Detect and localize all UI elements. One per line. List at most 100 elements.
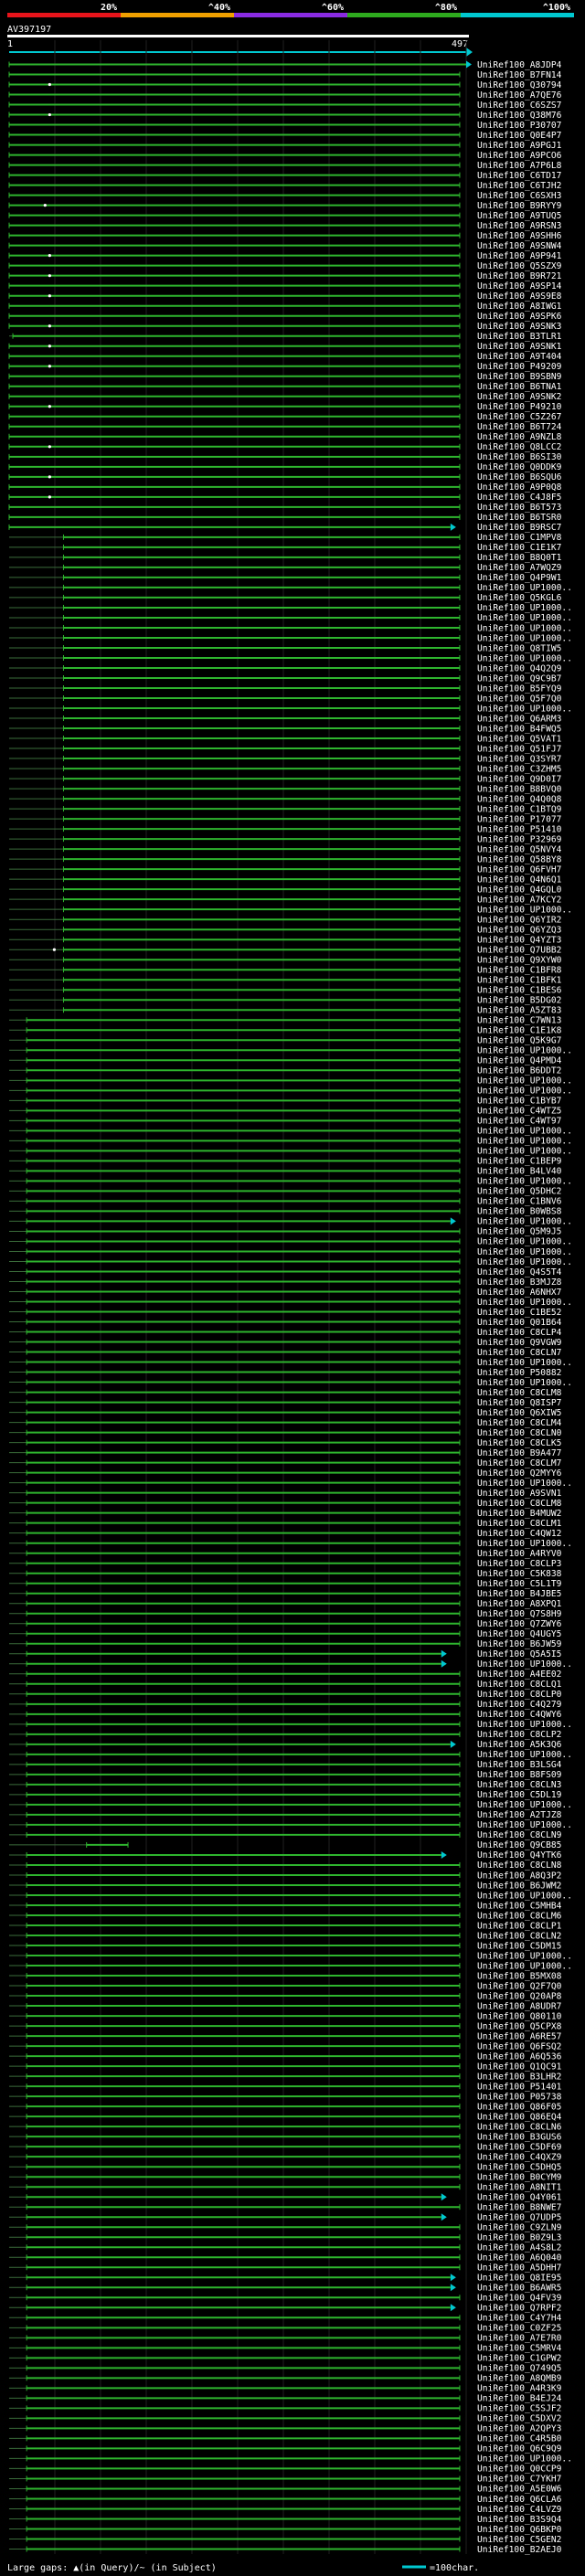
hit-row[interactable]: UniRef100_C8CLP2: [9, 1730, 561, 1740]
hit-row[interactable]: UniRef100_A9SPK6: [8, 312, 562, 322]
hit-label[interactable]: UniRef100_C8CLM8: [477, 1388, 562, 1398]
hit-label[interactable]: UniRef100_UP1000..: [477, 1358, 572, 1368]
hit-row[interactable]: UniRef100_UP1000..: [9, 1820, 572, 1830]
hit-row[interactable]: UniRef100_A9SNK3: [8, 322, 562, 332]
hit-row[interactable]: UniRef100_C5DHQ5: [9, 2162, 561, 2172]
hit-label[interactable]: UniRef100_Q5VAT1: [477, 734, 562, 744]
hit-label[interactable]: UniRef100_Q8ISP7: [477, 1398, 562, 1408]
hit-label[interactable]: UniRef100_A9SHH6: [477, 231, 562, 241]
hit-label[interactable]: UniRef100_P32969: [477, 834, 562, 844]
hit-row[interactable]: UniRef100_C5DF69: [9, 2142, 562, 2152]
hit-row[interactable]: UniRef100_C5SJF2: [9, 2404, 561, 2414]
hit-row[interactable]: UniRef100_C1BFR8: [9, 966, 562, 976]
hit-row[interactable]: UniRef100_A9SP14: [8, 281, 562, 292]
hit-label[interactable]: UniRef100_C1BFR8: [477, 966, 562, 976]
hit-row[interactable]: UniRef100_A7QE76: [8, 90, 562, 101]
hit-label[interactable]: UniRef100_P17077: [477, 814, 562, 824]
hit-label[interactable]: UniRef100_B4MUW2: [477, 1509, 561, 1519]
hit-label[interactable]: UniRef100_B3MJZ8: [477, 1277, 562, 1288]
hit-row[interactable]: UniRef100_B0CYM9: [9, 2172, 562, 2182]
hit-label[interactable]: UniRef100_Q5NVY4: [477, 844, 562, 854]
hit-label[interactable]: UniRef100_B8NWE7: [477, 2203, 562, 2213]
hit-row[interactable]: UniRef100_B3MJZ8: [9, 1277, 562, 1288]
hit-row[interactable]: UniRef100_A9PCO6: [8, 151, 562, 161]
hit-row[interactable]: UniRef100_Q7S8H9: [9, 1609, 562, 1619]
hit-row[interactable]: UniRef100_UP1000..: [9, 1479, 572, 1489]
hit-label[interactable]: UniRef100_Q3SYR7: [477, 754, 562, 764]
hit-label[interactable]: UniRef100_A4EE02: [477, 1670, 561, 1680]
hit-label[interactable]: UniRef100_Q9XYW0: [477, 956, 562, 966]
hit-row[interactable]: UniRef100_Q6CLA6: [9, 2495, 562, 2505]
hit-row[interactable]: UniRef100_C6TD17: [8, 171, 562, 181]
hit-row[interactable]: UniRef100_Q4Y061: [9, 2193, 562, 2203]
hit-row[interactable]: UniRef100_B5FYQ9: [9, 684, 562, 694]
hit-row[interactable]: UniRef100_A6RE57: [9, 2031, 562, 2041]
hit-row[interactable]: UniRef100_A6Q040: [9, 2253, 562, 2263]
hit-label[interactable]: UniRef100_A9SNK3: [477, 322, 562, 332]
hit-label[interactable]: UniRef100_B3LHR2: [477, 2072, 561, 2082]
hit-label[interactable]: UniRef100_C1BTQ9: [477, 804, 562, 814]
hit-label[interactable]: UniRef100_C1BNV6: [477, 1197, 562, 1207]
hit-row[interactable]: UniRef100_Q4UGY5: [9, 1629, 561, 1639]
hit-row[interactable]: UniRef100_UP1000..: [9, 1237, 572, 1247]
hit-row[interactable]: UniRef100_A5ZT83: [9, 1006, 562, 1016]
hit-row[interactable]: UniRef100_Q6YIR2: [9, 915, 561, 925]
hit-row[interactable]: UniRef100_B9RSC7: [8, 523, 562, 533]
hit-row[interactable]: UniRef100_A7WQZ9: [9, 563, 562, 573]
hit-row[interactable]: UniRef100_UP1000..: [9, 1127, 572, 1137]
hit-row[interactable]: UniRef100_B6DDT2: [9, 1066, 561, 1076]
hit-row[interactable]: UniRef100_C8CLM4: [9, 1418, 562, 1428]
hit-row[interactable]: UniRef100_B2AEJ0: [9, 2545, 562, 2555]
hit-row[interactable]: UniRef100_B8BVQ0: [9, 784, 562, 794]
hit-row[interactable]: UniRef100_A9P941: [8, 251, 562, 261]
hit-label[interactable]: UniRef100_B0CYM9: [477, 2172, 562, 2182]
hit-row[interactable]: UniRef100_Q4P9W1: [9, 573, 562, 583]
hit-row[interactable]: UniRef100_C8CLK5: [9, 1438, 561, 1448]
hit-row[interactable]: UniRef100_Q6FSQ2: [9, 2041, 561, 2051]
hit-label[interactable]: UniRef100_Q8TIW5: [477, 643, 561, 653]
hit-row[interactable]: UniRef100_Q6FVH7: [9, 864, 562, 875]
hit-row[interactable]: UniRef100_C6SZS7: [8, 101, 562, 111]
hit-row[interactable]: UniRef100_A8JDP4: [8, 60, 562, 70]
hit-row[interactable]: UniRef100_B6AWR5: [9, 2284, 561, 2294]
hit-label[interactable]: UniRef100_Q4FV39: [477, 2294, 562, 2304]
hit-row[interactable]: UniRef100_Q8LCC2: [8, 442, 561, 452]
hit-row[interactable]: UniRef100_A9SNK1: [8, 342, 562, 352]
hit-label[interactable]: UniRef100_C1E1K8: [477, 1026, 562, 1036]
hit-label[interactable]: UniRef100_C5L1T9: [477, 1579, 562, 1589]
hit-label[interactable]: UniRef100_Q7UDP5: [477, 2213, 561, 2223]
hit-row[interactable]: UniRef100_B6T573: [8, 503, 562, 513]
hit-label[interactable]: UniRef100_B4FWQ5: [477, 724, 561, 734]
hit-label[interactable]: UniRef100_Q7RPF2: [477, 2304, 561, 2314]
hit-row[interactable]: UniRef100_Q749Q5: [9, 2364, 561, 2374]
hit-row[interactable]: UniRef100_C3ZHM5: [9, 764, 561, 774]
hit-row[interactable]: UniRef100_A7KCY2: [9, 895, 561, 905]
hit-label[interactable]: UniRef100_A8IWG1: [477, 302, 562, 312]
hit-row[interactable]: UniRef100_A9PGJ1: [8, 141, 562, 151]
hit-label[interactable]: UniRef100_Q6YZQ3: [477, 925, 562, 935]
hit-label[interactable]: UniRef100_C1MPV8: [477, 533, 562, 543]
hit-row[interactable]: UniRef100_Q9CB85: [9, 1840, 561, 1850]
hit-label[interactable]: UniRef100_A4R3K9: [477, 2384, 562, 2394]
hit-label[interactable]: UniRef100_UP1000..: [477, 1539, 572, 1549]
hit-label[interactable]: UniRef100_C4Y7H4: [477, 2314, 562, 2324]
hit-label[interactable]: UniRef100_A2TJZ8: [477, 1810, 562, 1820]
hit-row[interactable]: UniRef100_B9A477: [9, 1448, 562, 1458]
hit-row[interactable]: UniRef100_B9SBN9: [8, 372, 562, 382]
hit-row[interactable]: UniRef100_C4Q279: [9, 1700, 562, 1710]
hit-row[interactable]: UniRef100_A2TJZ8: [9, 1810, 562, 1820]
hit-label[interactable]: UniRef100_C8CLN8: [477, 1860, 562, 1871]
hit-row[interactable]: UniRef100_Q5F7Q0: [9, 694, 562, 704]
hit-label[interactable]: UniRef100_UP1000..: [477, 1147, 572, 1157]
hit-row[interactable]: UniRef100_A7E7R0: [9, 2334, 562, 2344]
hit-row[interactable]: UniRef100_Q7UDP5: [9, 2213, 561, 2223]
hit-label[interactable]: UniRef100_C1E1K7: [477, 543, 562, 553]
hit-label[interactable]: UniRef100_Q5CPX8: [477, 2021, 562, 2031]
hit-row[interactable]: UniRef100_A9S9E8: [8, 292, 562, 302]
hit-row[interactable]: UniRef100_UP1000..: [9, 2454, 572, 2465]
hit-label[interactable]: UniRef100_UP1000..: [477, 1378, 572, 1388]
hit-row[interactable]: UniRef100_Q5A5I5: [9, 1649, 561, 1659]
hit-row[interactable]: UniRef100_UP1000..: [9, 613, 572, 623]
hit-row[interactable]: UniRef100_C8CLN2: [9, 1931, 561, 1941]
hit-row[interactable]: UniRef100_A9P0Q8: [8, 482, 562, 493]
